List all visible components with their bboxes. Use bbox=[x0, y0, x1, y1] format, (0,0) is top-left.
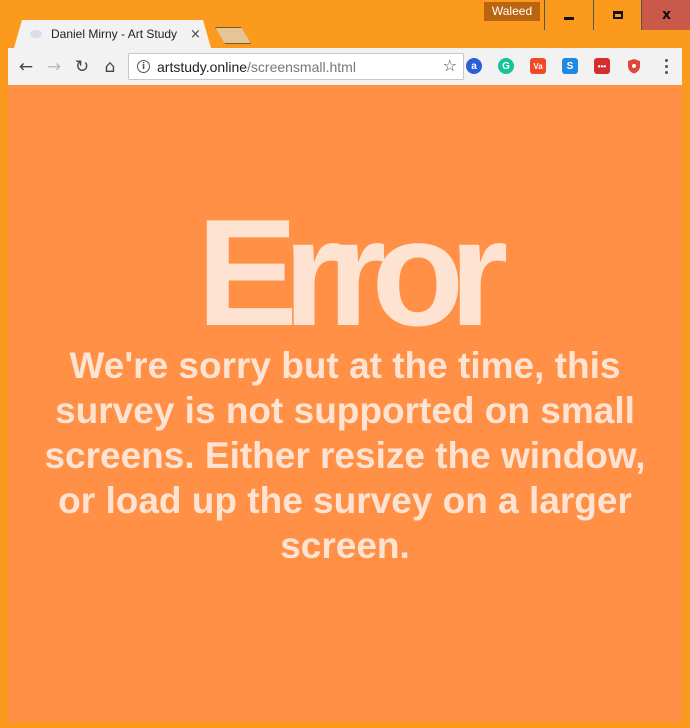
extension-dots-icon[interactable]: ••• bbox=[594, 58, 610, 74]
browser-window: Waleed x Daniel Mirny - Art Study × ← → … bbox=[0, 0, 690, 728]
reload-icon: ↻ bbox=[74, 56, 90, 77]
window-controls: x bbox=[544, 0, 690, 30]
extension-grammarly-icon[interactable]: G bbox=[498, 58, 514, 74]
back-arrow-icon: ← bbox=[18, 56, 34, 77]
close-icon: x bbox=[661, 7, 672, 23]
extension-a-icon[interactable]: a bbox=[466, 58, 482, 74]
shield-icon bbox=[628, 59, 640, 74]
error-heading: Error bbox=[196, 188, 509, 358]
minimize-icon bbox=[564, 16, 574, 20]
url-host: artstudy.online bbox=[157, 58, 248, 75]
extension-dots-label: ••• bbox=[597, 61, 607, 71]
site-info-icon[interactable]: i bbox=[137, 60, 150, 73]
profile-button[interactable]: Waleed bbox=[484, 2, 540, 21]
maximize-button[interactable] bbox=[593, 0, 641, 30]
tab-active[interactable]: Daniel Mirny - Art Study × bbox=[14, 20, 211, 48]
extension-va-label: Va bbox=[533, 61, 543, 71]
extension-va-icon[interactable]: Va bbox=[530, 58, 546, 74]
home-button[interactable]: ⌂ bbox=[96, 53, 124, 81]
forward-arrow-icon: → bbox=[46, 56, 62, 77]
extension-a-label: a bbox=[471, 60, 477, 72]
new-tab-button[interactable] bbox=[215, 27, 251, 44]
extension-grammarly-label: G bbox=[502, 60, 510, 72]
forward-button[interactable]: → bbox=[40, 53, 68, 81]
minimize-button[interactable] bbox=[545, 0, 593, 30]
back-button[interactable]: ← bbox=[12, 53, 40, 81]
reload-button[interactable]: ↻ bbox=[68, 53, 96, 81]
tab-title: Daniel Mirny - Art Study bbox=[51, 27, 178, 41]
maximize-icon bbox=[612, 11, 623, 19]
page-content: Error We're sorry but at the time, this … bbox=[8, 85, 682, 722]
close-window-button[interactable]: x bbox=[641, 0, 690, 30]
error-message: We're sorry but at the time, this survey… bbox=[44, 345, 646, 566]
home-icon: ⌂ bbox=[104, 56, 116, 77]
url-path: /screensmall.html bbox=[247, 58, 356, 75]
extension-shield-icon[interactable] bbox=[626, 58, 642, 74]
bookmark-star-icon[interactable]: ☆ bbox=[443, 56, 457, 75]
browser-menu-icon[interactable] bbox=[660, 57, 672, 75]
extension-s-icon[interactable]: S bbox=[562, 58, 578, 74]
extension-s-label: S bbox=[566, 60, 574, 72]
favicon-icon bbox=[30, 30, 42, 38]
browser-toolbar: ← → ↻ ⌂ i artstudy.online/screensmall.ht… bbox=[8, 48, 682, 85]
address-bar[interactable]: i artstudy.online/screensmall.html ☆ bbox=[128, 53, 464, 80]
tab-close-icon[interactable]: × bbox=[190, 27, 201, 42]
